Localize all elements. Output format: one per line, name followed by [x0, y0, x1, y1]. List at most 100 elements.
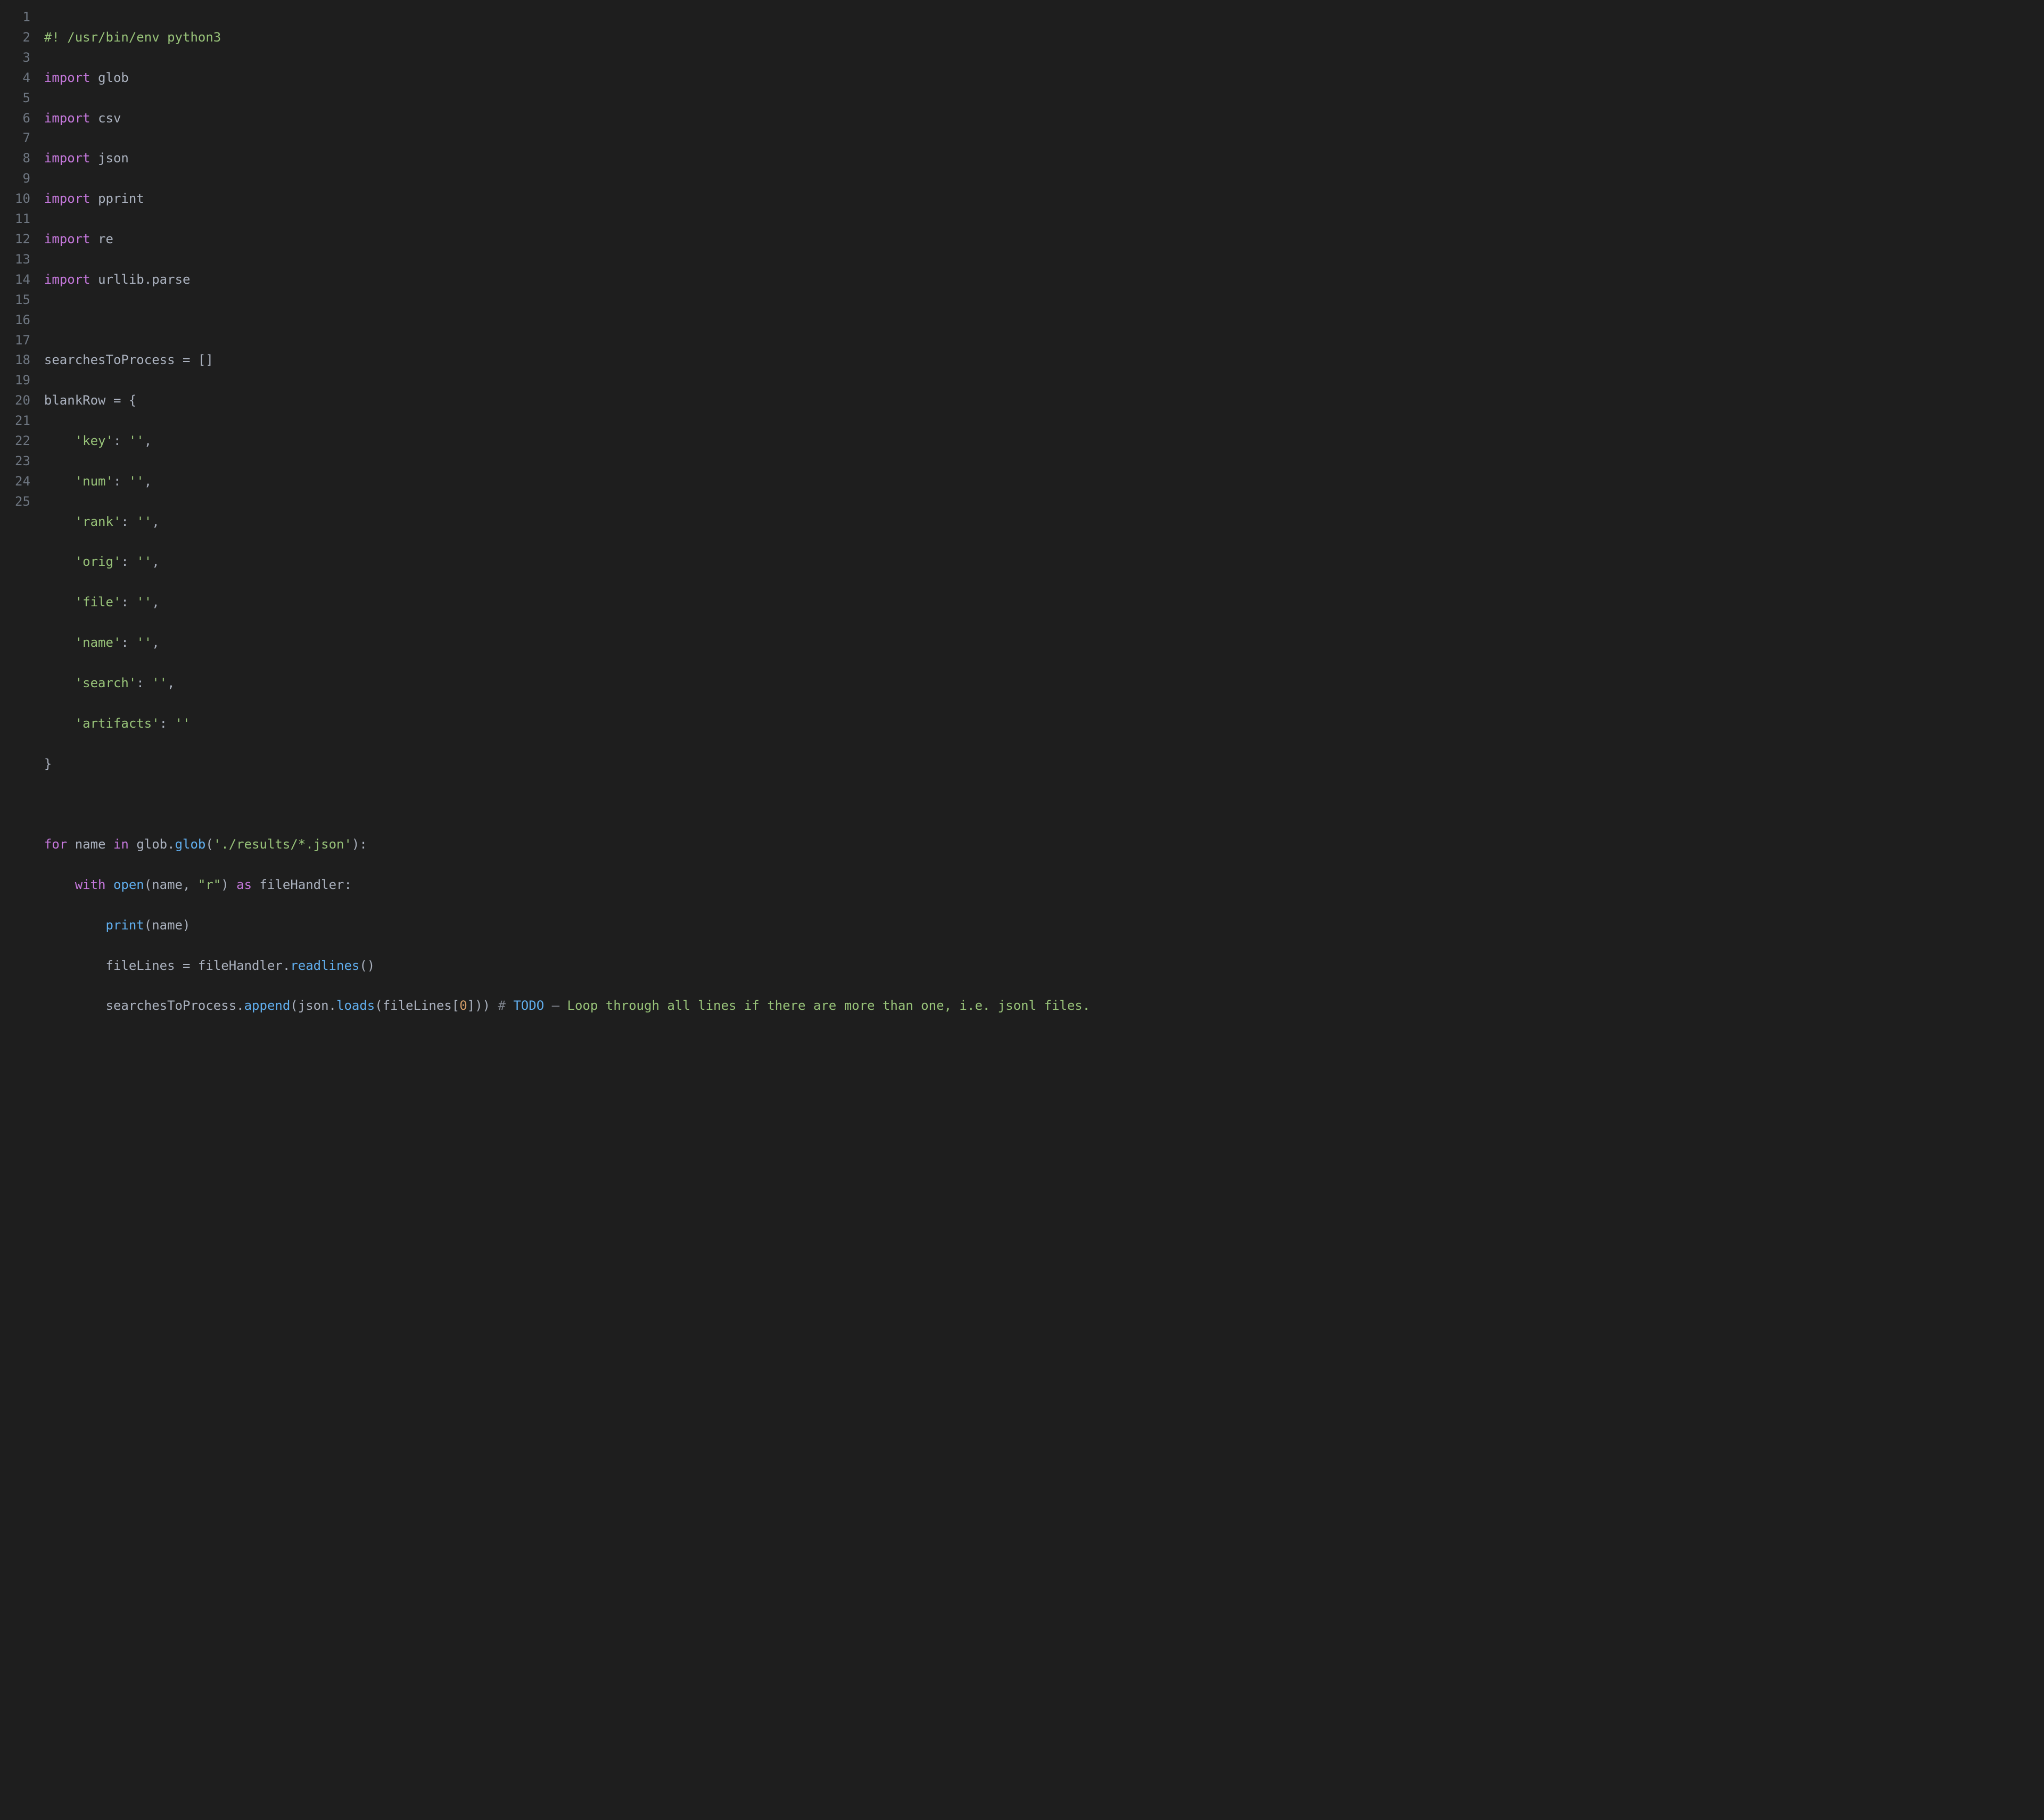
keyword-import: import [44, 232, 90, 246]
code-line[interactable] [44, 794, 2039, 814]
line-number: 21 [15, 411, 30, 431]
code-line[interactable]: for name in glob.glob('./results/*.json'… [44, 835, 2039, 855]
code-line[interactable]: 'file': '', [44, 592, 2039, 613]
code-line[interactable]: import json [44, 149, 2039, 169]
shebang-comment: #! /usr/bin/env python3 [44, 30, 221, 45]
code-line[interactable]: searchesToProcess = [] [44, 350, 2039, 370]
comment-dash: – [552, 998, 559, 1013]
code-line[interactable]: 'orig': '', [44, 552, 2039, 572]
brace-close: } [44, 756, 52, 771]
builtin-open: open [113, 877, 144, 892]
module-name: re [98, 232, 113, 246]
loop-variable: name [75, 837, 106, 852]
assignment: = { [106, 393, 137, 408]
dict-value: '' [136, 554, 152, 569]
module-name: csv [98, 111, 121, 126]
code-line[interactable]: 'rank': '', [44, 512, 2039, 532]
method-call: loads [336, 998, 375, 1013]
line-number: 20 [15, 391, 30, 411]
keyword-as: as [236, 877, 252, 892]
code-line[interactable]: #! /usr/bin/env python3 [44, 28, 2039, 48]
code-content[interactable]: #! /usr/bin/env python3 import glob impo… [44, 7, 2039, 1057]
variable: fileLines [383, 998, 452, 1013]
method-call: glob [175, 837, 206, 852]
code-line[interactable]: fileLines = fileHandler.readlines() [44, 956, 2039, 976]
line-number-gutter: 1 2 3 4 5 6 7 8 9 10 11 12 13 14 15 16 1… [5, 7, 44, 1057]
code-line[interactable]: import csv [44, 109, 2039, 129]
code-line[interactable]: 'artifacts': '' [44, 714, 2039, 734]
method-call: readlines [290, 958, 359, 973]
assignment: = [] [175, 352, 213, 367]
module-name: glob [98, 70, 129, 85]
code-line[interactable]: 'search': '', [44, 673, 2039, 694]
line-number: 8 [15, 149, 30, 169]
line-number: 24 [15, 472, 30, 492]
code-line[interactable]: searchesToProcess.append(json.loads(file… [44, 996, 2039, 1016]
code-line[interactable]: import pprint [44, 189, 2039, 209]
code-line[interactable] [44, 310, 2039, 331]
object-ref: fileHandler [198, 958, 283, 973]
builtin-print: print [106, 918, 144, 933]
code-line[interactable]: import urllib.parse [44, 270, 2039, 290]
module-name: urllib [98, 272, 144, 287]
line-number: 10 [15, 189, 30, 209]
line-number: 12 [15, 229, 30, 250]
dict-key: 'search' [75, 676, 137, 690]
code-line[interactable]: 'num': '', [44, 472, 2039, 492]
todo-tag: TODO [513, 998, 544, 1013]
dict-key: 'name' [75, 635, 121, 650]
index-literal: 0 [459, 998, 467, 1013]
line-number: 3 [15, 48, 30, 68]
dict-value: '' [175, 716, 191, 731]
line-number: 16 [15, 310, 30, 331]
variable: blankRow [44, 393, 106, 408]
line-number: 23 [15, 451, 30, 472]
code-line[interactable]: blankRow = { [44, 391, 2039, 411]
keyword-import: import [44, 272, 90, 287]
comment-hash: # [498, 998, 505, 1013]
dict-value: '' [136, 595, 152, 610]
object-ref: searchesToProcess [106, 998, 237, 1013]
keyword-in: in [113, 837, 129, 852]
line-number: 14 [15, 270, 30, 290]
string-arg: './results/*.json' [213, 837, 352, 852]
module-ref: json [298, 998, 329, 1013]
module-name: json [98, 151, 129, 166]
line-number: 17 [15, 331, 30, 351]
line-number: 22 [15, 431, 30, 451]
code-line[interactable]: print(name) [44, 916, 2039, 936]
method-call: append [244, 998, 291, 1013]
keyword-import: import [44, 151, 90, 166]
line-number: 2 [15, 28, 30, 48]
line-number: 19 [15, 370, 30, 391]
dict-value: '' [136, 514, 152, 529]
dict-key: 'rank' [75, 514, 121, 529]
line-number: 18 [15, 350, 30, 370]
module-name: pprint [98, 191, 144, 206]
keyword-import: import [44, 111, 90, 126]
dict-value: '' [129, 433, 144, 448]
line-number: 13 [15, 250, 30, 270]
code-editor[interactable]: 1 2 3 4 5 6 7 8 9 10 11 12 13 14 15 16 1… [0, 0, 2044, 1067]
string-arg: "r" [198, 877, 221, 892]
variable: fileLines [106, 958, 175, 973]
code-line[interactable]: import glob [44, 68, 2039, 88]
module-ref: glob [136, 837, 167, 852]
line-number: 15 [15, 290, 30, 310]
code-line[interactable]: with open(name, "r") as fileHandler: [44, 875, 2039, 895]
line-number: 5 [15, 88, 30, 109]
arg-name: name [152, 877, 183, 892]
keyword-import: import [44, 191, 90, 206]
dict-key: 'file' [75, 595, 121, 610]
dict-key: 'num' [75, 474, 113, 489]
line-number: 4 [15, 68, 30, 88]
code-line[interactable]: 'name': '', [44, 633, 2039, 653]
dict-key: 'artifacts' [75, 716, 160, 731]
code-line[interactable]: import re [44, 229, 2039, 250]
line-number: 25 [15, 492, 30, 512]
code-line[interactable]: 'key': '', [44, 431, 2039, 451]
dict-value: '' [136, 635, 152, 650]
code-line[interactable]: } [44, 754, 2039, 775]
alias-name: fileHandler [260, 877, 344, 892]
dict-value: '' [152, 676, 167, 690]
